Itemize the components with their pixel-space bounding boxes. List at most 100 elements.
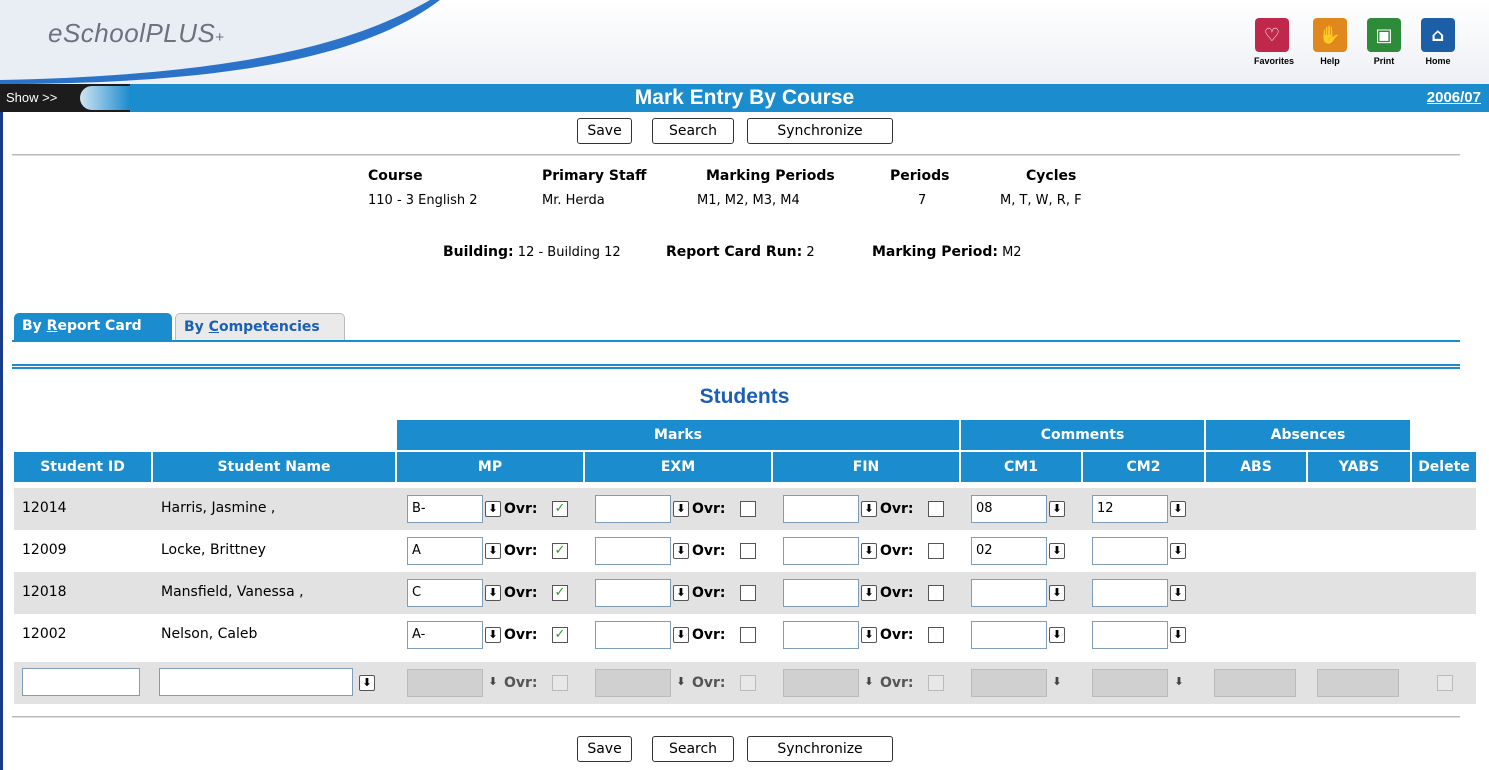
col-student-id[interactable]: Student ID <box>14 452 151 482</box>
student-id-cell: 12002 <box>14 614 151 656</box>
mp-ovr-checkbox[interactable]: ✓ <box>552 501 568 517</box>
exm-ovr-checkbox[interactable] <box>740 627 756 643</box>
chevron-down-icon: ⬇ <box>488 675 498 688</box>
cm2-input[interactable]: 12 <box>1092 495 1168 523</box>
school-year-link[interactable]: 2006/07 <box>1427 84 1481 112</box>
marking-period-info: Marking Period: M2 <box>872 244 1022 260</box>
favorites-button[interactable]: ♡ Favorites <box>1254 18 1295 66</box>
new-student-id-input[interactable] <box>22 668 140 696</box>
mp-input[interactable]: B- <box>407 495 483 523</box>
chevron-down-icon[interactable]: ⬇ <box>485 627 501 643</box>
divider <box>12 716 1460 718</box>
chevron-down-icon[interactable]: ⬇ <box>861 501 877 517</box>
course-value: 110 - 3 English 2 <box>368 193 478 208</box>
mp-ovr-checkbox[interactable]: ✓ <box>552 627 568 643</box>
ovr-label: Ovr: <box>504 585 538 601</box>
mp-ovr-checkbox[interactable]: ✓ <box>552 585 568 601</box>
tab-by-competencies[interactable]: By Competencies <box>175 313 345 341</box>
search-button[interactable]: Search <box>652 118 734 144</box>
chevron-down-icon[interactable]: ⬇ <box>485 543 501 559</box>
fin-input[interactable] <box>783 495 859 523</box>
cm2-input[interactable] <box>1092 621 1168 649</box>
chevron-down-icon[interactable]: ⬇ <box>1049 501 1065 517</box>
new-student-name-input[interactable] <box>159 668 353 696</box>
cm1-input[interactable]: 02 <box>971 537 1047 565</box>
marking-periods-heading: Marking Periods <box>706 168 835 184</box>
chevron-down-icon[interactable]: ⬇ <box>1170 627 1186 643</box>
cm2-input[interactable] <box>1092 579 1168 607</box>
app-header: eSchoolPLUS+ ♡ Favorites ✋ Help ▣ Print … <box>0 0 1489 84</box>
chevron-down-icon[interactable]: ⬇ <box>673 543 689 559</box>
chevron-down-icon[interactable]: ⬇ <box>1170 543 1186 559</box>
cm1-input[interactable] <box>971 621 1047 649</box>
student-name-cell: Harris, Jasmine , <box>153 488 395 530</box>
col-abs: ABS <box>1206 452 1306 482</box>
help-button[interactable]: ✋ Help <box>1312 18 1348 66</box>
favorites-label: Favorites <box>1254 56 1295 66</box>
ovr-label: Ovr: <box>880 501 914 517</box>
print-button[interactable]: ▣ Print <box>1366 18 1402 66</box>
student-name: Mansfield, Vanessa , <box>161 584 304 600</box>
chevron-down-icon[interactable]: ⬇ <box>359 675 375 691</box>
exm-input[interactable] <box>595 537 671 565</box>
chevron-down-icon[interactable]: ⬇ <box>485 585 501 601</box>
save-button-bottom[interactable]: Save <box>577 736 632 762</box>
ovr-label: Ovr: <box>504 501 538 517</box>
exm-input[interactable] <box>595 495 671 523</box>
fin-input[interactable] <box>783 621 859 649</box>
exm-input[interactable] <box>595 579 671 607</box>
col-fin: FIN <box>773 452 959 482</box>
chevron-down-icon[interactable]: ⬇ <box>1049 543 1065 559</box>
student-name: Harris, Jasmine , <box>161 500 276 516</box>
chevron-down-icon[interactable]: ⬇ <box>1049 585 1065 601</box>
chevron-down-icon[interactable]: ⬇ <box>673 627 689 643</box>
chevron-down-icon[interactable]: ⬇ <box>1170 585 1186 601</box>
search-button-bottom[interactable]: Search <box>652 736 734 762</box>
mp-ovr-checkbox[interactable]: ✓ <box>552 543 568 559</box>
chevron-down-icon: ⬇ <box>676 675 686 688</box>
cm2-input[interactable] <box>1092 537 1168 565</box>
exm-ovr-checkbox[interactable] <box>740 543 756 559</box>
home-label: Home <box>1425 56 1451 66</box>
mp-input[interactable]: C <box>407 579 483 607</box>
chevron-down-icon[interactable]: ⬇ <box>673 501 689 517</box>
mp-input[interactable]: A <box>407 537 483 565</box>
heart-icon: ♡ <box>1255 18 1289 52</box>
printer-icon: ▣ <box>1367 18 1401 52</box>
report-card-run-info: Report Card Run: 2 <box>666 244 815 260</box>
exm-ovr-checkbox[interactable] <box>740 585 756 601</box>
chevron-down-icon[interactable]: ⬇ <box>1049 627 1065 643</box>
synchronize-button[interactable]: Synchronize <box>747 118 893 144</box>
fin-input[interactable] <box>783 537 859 565</box>
chevron-down-icon[interactable]: ⬇ <box>861 543 877 559</box>
home-button[interactable]: ⌂ Home <box>1420 18 1456 66</box>
fin-ovr-checkbox[interactable] <box>928 501 944 517</box>
chevron-down-icon[interactable]: ⬇ <box>485 501 501 517</box>
ovr-label: Ovr: <box>880 627 914 643</box>
exm-input[interactable] <box>595 621 671 649</box>
student-name-cell: Nelson, Caleb <box>153 614 395 656</box>
app-logo[interactable]: eSchoolPLUS+ <box>48 18 225 49</box>
chevron-down-icon[interactable]: ⬇ <box>861 627 877 643</box>
cycles-heading: Cycles <box>1026 168 1077 184</box>
col-student-name[interactable]: Student Name <box>153 452 395 482</box>
fin-ovr-checkbox[interactable] <box>928 627 944 643</box>
student-name-cell: Locke, Brittney <box>153 530 395 572</box>
chevron-down-icon[interactable]: ⬇ <box>861 585 877 601</box>
tab-by-report-card[interactable]: By Report Card <box>14 313 172 341</box>
exm-ovr-checkbox[interactable] <box>740 501 756 517</box>
table-row: 12014 Harris, Jasmine , B- ⬇ Ovr: ✓ ⬇ Ovr… <box>14 488 1476 530</box>
ovr-label: Ovr: <box>880 585 914 601</box>
chevron-down-icon[interactable]: ⬇ <box>673 585 689 601</box>
fin-ovr-checkbox[interactable] <box>928 585 944 601</box>
mp-input[interactable]: A- <box>407 621 483 649</box>
cm1-input[interactable] <box>971 579 1047 607</box>
save-button[interactable]: Save <box>577 118 632 144</box>
fin-ovr-checkbox[interactable] <box>928 543 944 559</box>
col-mp: MP <box>397 452 583 482</box>
chevron-down-icon[interactable]: ⬇ <box>1170 501 1186 517</box>
fin-input[interactable] <box>783 579 859 607</box>
ovr-label: Ovr: <box>504 627 538 643</box>
synchronize-button-bottom[interactable]: Synchronize <box>747 736 893 762</box>
cm1-input[interactable]: 08 <box>971 495 1047 523</box>
